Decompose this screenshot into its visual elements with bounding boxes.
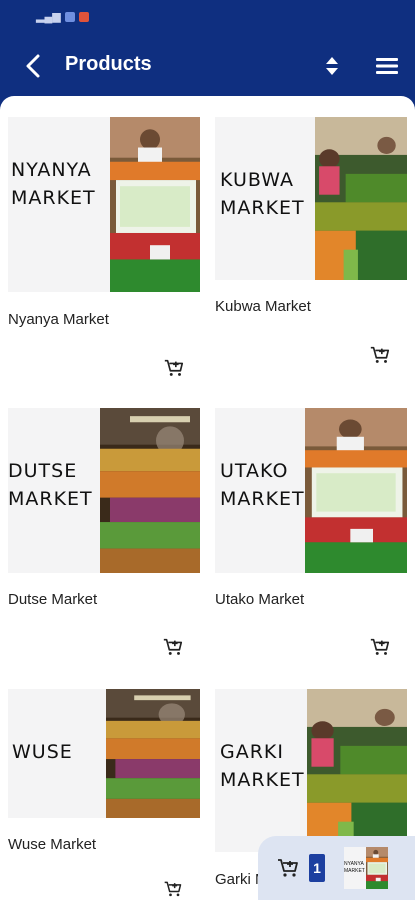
add-to-cart-icon[interactable] — [369, 636, 391, 658]
toolbar: Products — [0, 44, 415, 88]
thumb-line: GARKI — [220, 741, 284, 763]
thumb-line: MARKET — [220, 768, 305, 791]
product-image[interactable]: UTAKO MARKET — [215, 408, 407, 573]
product-card[interactable]: NYANYA MARKET Nyanya Market — [8, 117, 200, 382]
product-name[interactable]: Kubwa Market — [215, 298, 311, 315]
add-to-cart-icon[interactable] — [163, 357, 185, 379]
thumb-label: KUBWA MARKET — [220, 167, 305, 222]
product-card[interactable]: WUSE Wuse Market — [8, 689, 200, 900]
thumb-line: NYANYA — [344, 861, 364, 867]
add-to-cart-icon[interactable] — [162, 879, 184, 899]
back-button[interactable] — [18, 50, 50, 82]
menu-icon — [376, 58, 398, 74]
signal-icon: ▂▄▆ — [36, 11, 61, 23]
menu-button[interactable] — [372, 52, 402, 80]
market-photo — [315, 117, 407, 280]
thumb-label: DUTSE MARKET — [8, 458, 93, 513]
cart-count-badge: 1 — [309, 854, 325, 882]
market-photo — [366, 847, 388, 889]
thumb-line: UTAKO — [220, 460, 289, 482]
market-photo — [100, 408, 200, 573]
thumb-label: NYANYA MARKET — [344, 861, 365, 875]
thumb-label: WUSE — [12, 739, 73, 767]
thumb-line: MARKET — [344, 868, 365, 874]
thumb-label: UTAKO MARKET — [220, 458, 305, 513]
market-photo — [106, 689, 200, 818]
cart-item-thumbnail[interactable]: NYANYA MARKET — [344, 847, 388, 889]
product-name[interactable]: Utako Market — [215, 591, 304, 608]
cart-summary[interactable]: 1 NYANYA MARKET — [258, 836, 415, 900]
page-title: Products — [65, 53, 152, 75]
product-image[interactable]: GARKI MARKET — [215, 689, 407, 852]
product-card[interactable]: UTAKO MARKET Utako Market — [215, 408, 407, 668]
thumb-line: NYANYA — [11, 159, 92, 181]
thumb-line: MARKET — [11, 186, 96, 209]
status-bar: ▂▄▆ — [0, 0, 415, 30]
thumb-label: NYANYA MARKET — [11, 157, 96, 212]
product-card[interactable]: KUBWA MARKET Kubwa Market — [215, 117, 407, 372]
back-arrow-icon — [26, 54, 40, 78]
market-photo — [110, 117, 200, 292]
add-to-cart-icon[interactable] — [162, 636, 184, 658]
add-to-cart-icon[interactable] — [369, 344, 391, 366]
product-name[interactable]: Wuse Market — [8, 836, 96, 853]
thumb-line: MARKET — [8, 487, 93, 510]
thumb-label: GARKI MARKET — [220, 739, 305, 794]
product-image[interactable]: DUTSE MARKET — [8, 408, 200, 573]
product-name[interactable]: Dutse Market — [8, 591, 97, 608]
app-bar: ▂▄▆ Products — [0, 0, 415, 110]
product-image[interactable]: WUSE — [8, 689, 200, 818]
market-photo — [305, 408, 407, 573]
alert-icon — [78, 11, 89, 22]
market-photo — [307, 689, 407, 852]
sort-button[interactable] — [318, 52, 346, 80]
thumb-line: DUTSE — [8, 460, 78, 482]
thumb-line: MARKET — [220, 487, 305, 510]
notification-icon — [64, 11, 75, 22]
cart-icon[interactable] — [276, 856, 300, 880]
product-image[interactable]: KUBWA MARKET — [215, 117, 407, 280]
sort-icon — [326, 57, 338, 75]
product-name[interactable]: Nyanya Market — [8, 311, 109, 328]
thumb-line: KUBWA — [220, 169, 294, 191]
product-image[interactable]: NYANYA MARKET — [8, 117, 200, 292]
thumb-line: MARKET — [220, 196, 305, 219]
status-icons: ▂▄▆ — [36, 10, 89, 23]
thumb-line: WUSE — [12, 741, 73, 763]
product-card[interactable]: DUTSE MARKET Dutse Market — [8, 408, 200, 668]
